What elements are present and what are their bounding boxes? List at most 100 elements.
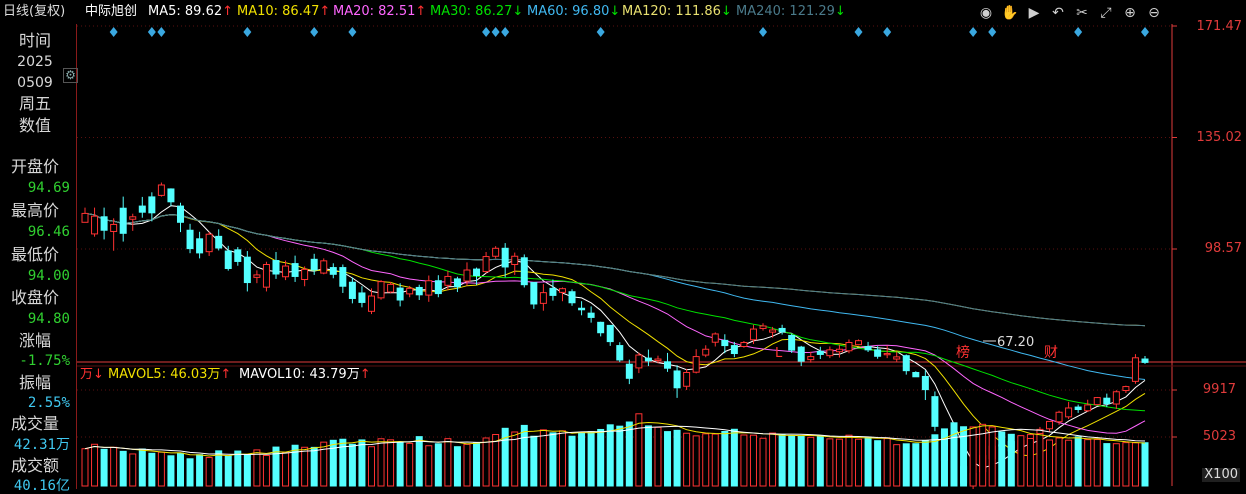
candle-body [931, 396, 939, 427]
volume-bar [530, 435, 538, 487]
volume-bar [129, 453, 137, 487]
earnings-marker[interactable]: 财 [1044, 345, 1058, 361]
volume-bar [473, 442, 481, 487]
zoom-in-icon[interactable]: ⊕ [1118, 4, 1142, 22]
signal-diamond [310, 27, 319, 37]
candle-body [759, 325, 767, 329]
candle-body [644, 357, 652, 362]
hand-icon[interactable]: ✋ [998, 4, 1022, 22]
candle-body [473, 268, 481, 277]
candle-body [587, 312, 595, 318]
high-value: 96.46 [27, 224, 70, 240]
amplitude-value: 2.55% [27, 395, 70, 411]
candle-body [396, 287, 404, 301]
candle-body [520, 257, 528, 286]
volume-tick-9917: 9917 [1202, 382, 1236, 397]
mavol5-arrow: ↑ [220, 367, 232, 382]
candle-body [788, 334, 796, 351]
candle-body [1055, 411, 1063, 423]
candle-body [215, 235, 223, 249]
volume-bar [1141, 442, 1149, 487]
volume-bar [921, 440, 929, 487]
expand-icon[interactable]: ⤢ [1094, 4, 1118, 22]
candle-body [91, 215, 99, 235]
candle-body [348, 281, 356, 299]
volume-bar [788, 435, 796, 487]
signal-diamond [969, 27, 978, 37]
signal-diamond [243, 27, 252, 37]
volume-bar [1103, 443, 1111, 487]
amplitude-label: 振幅 [18, 373, 51, 392]
volume-bar [520, 424, 528, 487]
values-label: 数值 [18, 116, 51, 135]
volume-bar [568, 435, 576, 487]
candle-body [625, 363, 633, 379]
candle-body [157, 184, 165, 196]
signal-diamond [883, 27, 892, 37]
volume-bar [444, 438, 452, 487]
volume-bar [119, 450, 127, 487]
volume-bar [310, 446, 318, 487]
candle-body [616, 345, 624, 361]
candle-body [234, 249, 242, 262]
volume-bar [683, 432, 691, 487]
high-label: 最高价 [10, 201, 59, 220]
candle-body [301, 268, 309, 280]
candle-body [635, 354, 643, 369]
volume-bar [664, 431, 672, 487]
signal-diamond [491, 27, 500, 37]
ma60-value: MA60: 96.80↓ [527, 4, 621, 19]
volume-bar [635, 413, 643, 487]
volume-bar [176, 452, 184, 487]
candle-body [568, 291, 576, 304]
candle-body [1084, 404, 1092, 412]
volume-bar [874, 440, 882, 487]
candle-body [874, 349, 882, 357]
volume-bar [597, 428, 605, 487]
date-value: 0509 [17, 75, 53, 91]
play-icon[interactable]: ▶ [1022, 4, 1046, 22]
volume-bar [816, 435, 824, 487]
ma30-arrow: ↓ [512, 4, 524, 19]
volume-bar [673, 429, 681, 487]
price-tick-98: 98.57 [1204, 241, 1242, 256]
candle-body [492, 247, 500, 257]
undo-icon[interactable]: ↶ [1046, 4, 1070, 22]
volume-bar [415, 436, 423, 487]
candle-body [186, 229, 194, 250]
zoom-out-icon[interactable]: ⊖ [1142, 4, 1166, 22]
signal-diamond [988, 27, 997, 37]
period-label[interactable]: 日线(复权) [3, 5, 65, 19]
turnover-label: 成交额 [10, 456, 59, 475]
volume-bar [558, 430, 566, 487]
volume-bar [301, 446, 309, 487]
ma120-value: MA120: 111.86↓ [622, 4, 732, 19]
volume-bar [1036, 433, 1044, 487]
low-value: 94.00 [27, 268, 70, 284]
candle-body [262, 264, 270, 288]
candle-body [425, 280, 433, 296]
open-value: 94.69 [27, 180, 70, 196]
volume-bar [234, 450, 242, 487]
eye-icon[interactable]: ◉ [974, 4, 998, 22]
candle-body [205, 233, 213, 253]
candle-body [826, 349, 834, 357]
list-marker[interactable]: 榜 [956, 344, 970, 361]
ma30-value: MA30: 86.27↓ [430, 4, 524, 19]
year-value: 2025 [17, 54, 53, 70]
scissors-icon[interactable]: ✂ [1070, 4, 1094, 22]
candle-body [683, 371, 691, 387]
candlesticks [81, 182, 1149, 489]
volume-bar [1093, 439, 1101, 487]
volume-tick-5023: 5023 [1202, 429, 1236, 444]
volume-bar [1112, 443, 1120, 487]
ma10-line [84, 212, 1146, 457]
candle-body [377, 281, 385, 299]
candle-body [864, 345, 872, 351]
signal-diamond [501, 27, 510, 37]
volume-bar [1065, 439, 1073, 487]
volume-bar [950, 422, 958, 487]
volume-bar [396, 441, 404, 487]
candle-body [224, 250, 232, 269]
candle-body [606, 324, 614, 343]
